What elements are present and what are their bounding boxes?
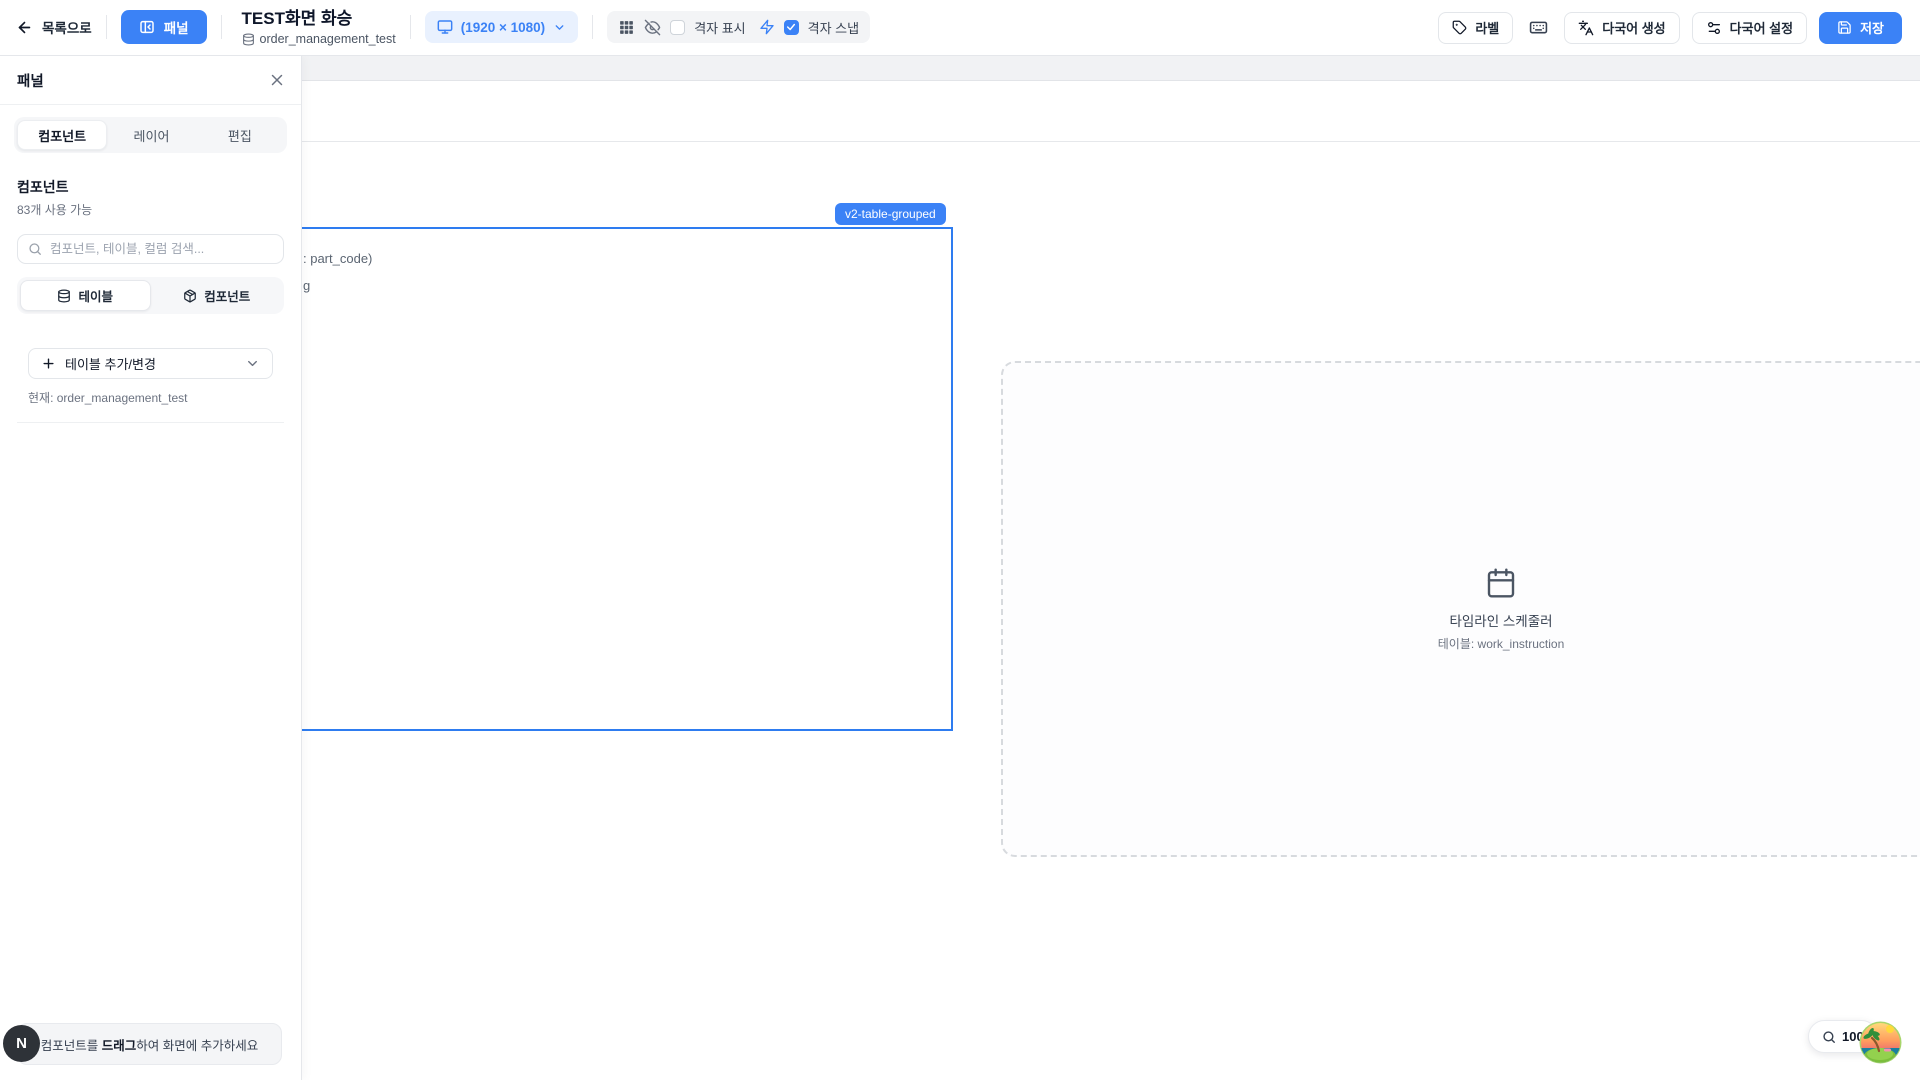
grid-show-checkbox[interactable] (670, 20, 685, 35)
settings-sliders-icon (1706, 20, 1722, 36)
panel-toggle-button[interactable]: 패널 (121, 10, 207, 44)
page-title: TEST화면 화승 (242, 9, 396, 29)
database-icon (57, 289, 71, 303)
toolbar-divider (410, 15, 411, 39)
grid-icon (618, 19, 635, 36)
hint-text-bold: 드래그 (102, 1039, 137, 1053)
toggle-components-button[interactable]: 컴포넌트 (153, 280, 282, 311)
screen-title-block: TEST화면 화승 order_management_test (242, 9, 396, 46)
label-button[interactable]: 라벨 (1438, 12, 1513, 44)
island-cursor-sticker (1858, 1020, 1903, 1065)
components-count: 83개 사용 가능 (17, 201, 284, 218)
add-table-label: 테이블 추가/변경 (65, 354, 236, 373)
tag-icon (1452, 20, 1467, 35)
keyboard-icon (1529, 18, 1548, 37)
drag-hint: 컴포넌트를 드래그하여 화면에 추가하세요 (17, 1023, 282, 1065)
toggle-components-label: 컴포넌트 (204, 286, 250, 305)
plus-icon (41, 356, 56, 371)
components-section-title: 컴포넌트 (17, 177, 284, 197)
placeholder-title: 타임라인 스케줄러 (1449, 610, 1552, 630)
timeline-scheduler-placeholder[interactable]: 타임라인 스케줄러 테이블: work_instruction (1001, 361, 1920, 857)
i18n-generate-label: 다국어 생성 (1602, 18, 1665, 37)
grid-controls: 격자 표시 격자 스냅 (607, 11, 870, 43)
keyboard-shortcuts-button[interactable] (1525, 18, 1552, 37)
screen-size-dropdown[interactable]: (1920 × 1080) (425, 11, 578, 43)
chevron-down-icon (245, 356, 260, 371)
toolbar-divider (221, 15, 222, 39)
save-label: 저장 (1860, 18, 1884, 37)
hint-text-suffix: 하여 화면에 추가하세요 (136, 1039, 258, 1053)
component-search (17, 234, 284, 264)
back-to-list-label: 목록으로 (42, 17, 92, 37)
panel-divider (0, 104, 301, 105)
eye-off-icon (644, 19, 661, 36)
calendar-icon (1485, 567, 1517, 599)
i18n-generate-button[interactable]: 다국어 생성 (1564, 12, 1679, 44)
tab-layers[interactable]: 레이어 (107, 120, 195, 150)
toggle-tables-label: 테이블 (78, 286, 113, 305)
arrow-left-icon (16, 19, 33, 36)
panel-title: 패널 (17, 70, 44, 91)
i18n-settings-button[interactable]: 다국어 설정 (1692, 12, 1807, 44)
chevron-down-icon (553, 21, 566, 34)
grid-show-label: 격자 표시 (694, 18, 745, 37)
panel-tab-bar: 컴포넌트 레이어 편집 (14, 117, 287, 153)
current-table-label: 현재: order_management_test (28, 389, 284, 406)
panel-left-icon (139, 19, 155, 35)
collaborator-cursor-avatar: N (3, 1025, 40, 1062)
tab-edit[interactable]: 편집 (196, 120, 284, 150)
languages-icon (1578, 20, 1594, 36)
components-panel: 패널 컴포넌트 레이어 편집 컴포넌트 83개 사용 가능 테이블 (0, 56, 302, 1080)
bound-table-label: order_management_test (260, 32, 396, 46)
component-subtitle-fragment: g (303, 278, 310, 293)
toolbar-divider (592, 15, 593, 39)
label-button-text: 라벨 (1475, 18, 1499, 37)
save-button[interactable]: 저장 (1819, 12, 1902, 44)
component-title-fragment: : part_code) (303, 251, 372, 266)
package-icon (183, 289, 197, 303)
panel-divider (17, 422, 284, 423)
component-search-input[interactable] (50, 242, 273, 256)
source-toggle: 테이블 컴포넌트 (17, 277, 284, 314)
tab-components[interactable]: 컴포넌트 (17, 120, 107, 150)
monitor-icon (437, 19, 453, 35)
grid-snap-label: 격자 스냅 (808, 18, 859, 37)
lightning-icon (759, 19, 775, 35)
placeholder-table-label: 테이블: work_instruction (1438, 635, 1565, 652)
database-icon (242, 33, 255, 46)
toggle-tables-button[interactable]: 테이블 (20, 280, 151, 311)
panel-close-button[interactable] (268, 71, 286, 89)
screen-size-value: (1920 × 1080) (461, 20, 545, 35)
component-type-badge: v2-table-grouped (835, 203, 946, 225)
i18n-settings-label: 다국어 설정 (1730, 18, 1793, 37)
top-toolbar: 목록으로 패널 TEST화면 화승 order_management_test (0, 0, 1920, 56)
close-icon (268, 71, 286, 89)
hint-text-prefix: 컴포넌트를 (41, 1039, 102, 1053)
add-table-dropdown[interactable]: 테이블 추가/변경 (28, 348, 273, 379)
back-to-list-button[interactable]: 목록으로 (16, 17, 92, 37)
panel-toggle-label: 패널 (164, 17, 189, 37)
magnifier-icon (1822, 1030, 1836, 1044)
search-icon (28, 242, 42, 256)
toolbar-divider (106, 15, 107, 39)
save-icon (1837, 20, 1852, 35)
grid-snap-checkbox[interactable] (784, 20, 799, 35)
